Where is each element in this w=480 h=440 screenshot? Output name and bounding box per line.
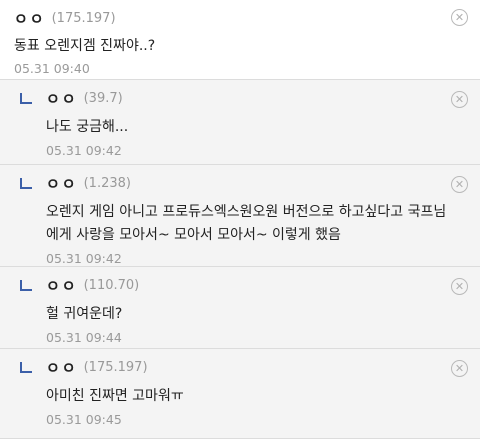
- reply-arrow-icon: [20, 93, 32, 104]
- delete-icon[interactable]: ✕: [451, 91, 468, 108]
- reply-text: 아미친 진짜면 고마워ㅠ: [46, 388, 184, 404]
- reply-arrow-icon: [20, 178, 32, 189]
- reply-arrow-icon: [20, 280, 32, 291]
- reply-ip: (1.238): [83, 175, 131, 191]
- delete-icon[interactable]: ✕: [451, 278, 468, 295]
- reply-ip: (110.70): [83, 277, 140, 293]
- reply-text: 오렌지 게임 아니고 프로듀스엑스원오원 버전으로 하고싶다고 국프님에게 사랑…: [46, 204, 447, 243]
- reply-item: ㅇㅇ (110.70) 헐 귀여운데? 05.31 09:44 ✕: [0, 267, 480, 349]
- reply-item: ㅇㅇ (1.238) 오렌지 게임 아니고 프로듀스엑스원오원 버전으로 하고싶…: [0, 165, 480, 267]
- reply-ip: (39.7): [83, 90, 123, 106]
- reply-item: ㅇㅇ (39.7) 나도 궁금해... 05.31 09:42 ✕: [0, 80, 480, 165]
- reply-text: 헐 귀여운데?: [46, 306, 123, 322]
- reply-nickname[interactable]: ㅇㅇ: [46, 88, 78, 109]
- comment-text: 동표 오렌지겜 진짜야..?: [14, 38, 156, 54]
- reply-header: ㅇㅇ (175.197): [46, 357, 480, 377]
- reply-nickname[interactable]: ㅇㅇ: [46, 357, 78, 378]
- comment-date: 05.31 09:40: [14, 61, 90, 76]
- reply-item: ㅇㅇ (175.197) 아미친 진짜면 고마워ㅠ 05.31 09:45 ✕: [0, 349, 480, 439]
- reply-date: 05.31 09:45: [46, 412, 122, 427]
- reply-nickname[interactable]: ㅇㅇ: [46, 275, 78, 296]
- reply-nickname[interactable]: ㅇㅇ: [46, 173, 78, 194]
- comment-item: ㅇㅇ (175.197) 동표 오렌지겜 진짜야..? 05.31 09:40 …: [0, 0, 480, 80]
- reply-header: ㅇㅇ (110.70): [46, 275, 480, 295]
- reply-ip: (175.197): [83, 359, 148, 375]
- comment-header: ㅇㅇ (175.197): [14, 8, 480, 28]
- reply-text: 나도 궁금해...: [46, 119, 129, 135]
- delete-icon[interactable]: ✕: [451, 360, 468, 377]
- comment-nickname[interactable]: ㅇㅇ: [14, 8, 46, 29]
- delete-icon[interactable]: ✕: [451, 9, 468, 26]
- reply-arrow-icon: [20, 362, 32, 373]
- reply-header: ㅇㅇ (1.238): [46, 173, 480, 193]
- reply-date: 05.31 09:44: [46, 330, 122, 345]
- reply-date: 05.31 09:42: [46, 251, 122, 266]
- delete-icon[interactable]: ✕: [451, 176, 468, 193]
- comment-thread: ㅇㅇ (175.197) 동표 오렌지겜 진짜야..? 05.31 09:40 …: [0, 0, 480, 440]
- reply-header: ㅇㅇ (39.7): [46, 88, 480, 108]
- comment-ip: (175.197): [51, 10, 116, 26]
- reply-date: 05.31 09:42: [46, 143, 122, 158]
